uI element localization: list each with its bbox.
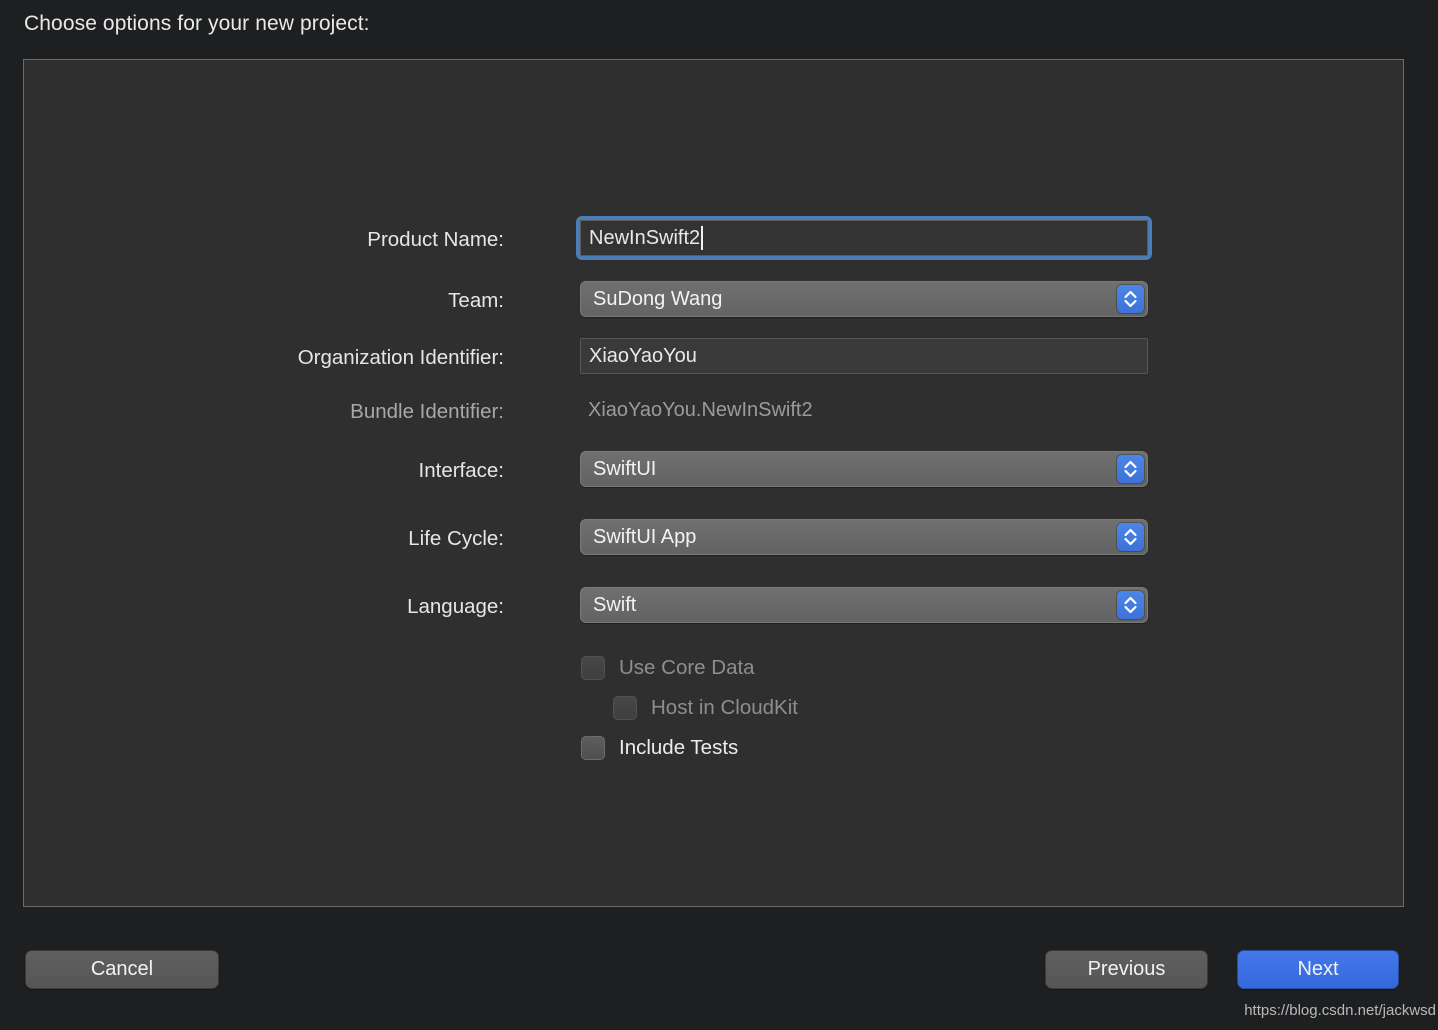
language-select[interactable]: Swift	[580, 587, 1148, 623]
team-select[interactable]: SuDong Wang	[580, 281, 1148, 317]
life-cycle-value: SwiftUI App	[593, 526, 697, 548]
form-row-team: Team: SuDong Wang	[24, 281, 1403, 321]
chevron-updown-icon[interactable]	[1117, 285, 1144, 313]
interface-control: SwiftUI	[580, 451, 1148, 487]
checkbox-row-host-in-cloudkit[interactable]: Host in CloudKit	[613, 693, 798, 723]
include-tests-checkbox[interactable]	[581, 736, 605, 760]
organization-identifier-input[interactable]: XiaoYaoYou	[580, 338, 1148, 374]
form-row-life-cycle: Life Cycle: SwiftUI App	[24, 519, 1403, 559]
text-caret	[701, 226, 704, 250]
form-row-interface: Interface: SwiftUI	[24, 451, 1403, 491]
include-tests-label: Include Tests	[619, 736, 739, 759]
checkbox-row-use-core-data[interactable]: Use Core Data	[581, 653, 755, 683]
language-value: Swift	[593, 594, 637, 616]
chevron-updown-icon[interactable]	[1117, 523, 1144, 551]
form-row-product-name: Product Name: NewInSwift2	[24, 216, 1403, 260]
interface-label: Interface:	[418, 459, 504, 482]
bundle-identifier-value: XiaoYaoYou.NewInSwift2	[588, 399, 813, 421]
organization-identifier-value: XiaoYaoYou	[589, 345, 697, 367]
life-cycle-control: SwiftUI App	[580, 519, 1148, 555]
product-name-label: Product Name:	[367, 228, 504, 251]
interface-select[interactable]: SwiftUI	[580, 451, 1148, 487]
dialog-button-bar: Cancel Previous Next https://blog.csdn.n…	[0, 930, 1438, 1030]
options-panel: Product Name: NewInSwift2 Team: SuDong W…	[23, 59, 1404, 907]
organization-identifier-label: Organization Identifier:	[297, 346, 504, 369]
page-title: Choose options for your new project:	[24, 12, 370, 35]
cancel-button[interactable]: Cancel	[25, 950, 219, 989]
previous-button[interactable]: Previous	[1045, 950, 1208, 989]
form-row-language: Language: Swift	[24, 587, 1403, 627]
product-name-control: NewInSwift2	[576, 216, 1152, 260]
form-row-bundle-identifier: Bundle Identifier: XiaoYaoYou.NewInSwift…	[24, 392, 1403, 432]
organization-identifier-control: XiaoYaoYou	[580, 338, 1148, 374]
chevron-updown-icon[interactable]	[1117, 591, 1144, 619]
product-name-input-inner: NewInSwift2	[580, 220, 1148, 256]
interface-value: SwiftUI	[593, 458, 657, 480]
life-cycle-label: Life Cycle:	[408, 527, 504, 550]
team-label: Team:	[448, 289, 504, 312]
watermark-text: https://blog.csdn.net/jackwsd	[1244, 1002, 1436, 1019]
team-control: SuDong Wang	[580, 281, 1148, 317]
next-button[interactable]: Next	[1237, 950, 1399, 989]
language-label: Language:	[407, 595, 504, 618]
use-core-data-label: Use Core Data	[619, 656, 755, 679]
team-value: SuDong Wang	[593, 288, 723, 310]
checkbox-row-include-tests[interactable]: Include Tests	[581, 733, 738, 763]
product-name-input[interactable]: NewInSwift2	[576, 216, 1152, 260]
life-cycle-select[interactable]: SwiftUI App	[580, 519, 1148, 555]
use-core-data-checkbox[interactable]	[581, 656, 605, 680]
bundle-identifier-control: XiaoYaoYou.NewInSwift2	[580, 392, 813, 428]
host-in-cloudkit-label: Host in CloudKit	[651, 696, 798, 719]
form-row-organization-identifier: Organization Identifier: XiaoYaoYou	[24, 338, 1403, 378]
product-name-value: NewInSwift2	[589, 227, 701, 249]
language-control: Swift	[580, 587, 1148, 623]
bundle-identifier-label: Bundle Identifier:	[350, 400, 504, 423]
chevron-updown-icon[interactable]	[1117, 455, 1144, 483]
host-in-cloudkit-checkbox[interactable]	[613, 696, 637, 720]
